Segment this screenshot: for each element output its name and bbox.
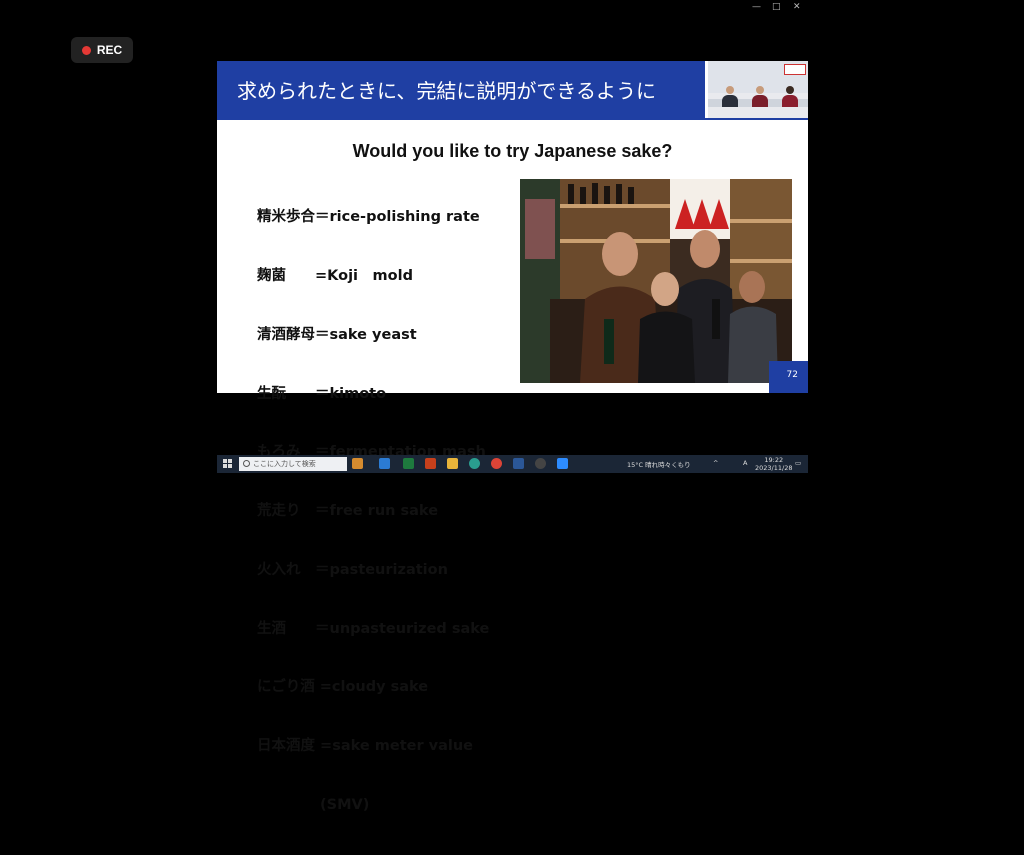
banner-sign (784, 64, 806, 75)
sake-terms-list: 精米歩合＝rice-polishing rate 麹菌 =Koji mold 清… (257, 169, 489, 855)
chrome-icon[interactable] (491, 458, 502, 469)
briefcase-icon[interactable] (352, 458, 363, 469)
term-line: 火入れ ＝pasteurization (257, 561, 448, 578)
search-placeholder: ここに入力して検索 (253, 460, 316, 468)
term-line: 麹菌 =Koji mold (257, 267, 413, 284)
banner-underline (217, 118, 808, 120)
sake-bar-photo (520, 179, 792, 383)
excel-icon[interactable] (403, 458, 414, 469)
term-line: 生酒 ＝unpasteurized sake (257, 620, 490, 637)
windows-start-icon[interactable] (223, 459, 233, 469)
taskbar-search-box[interactable]: ここに入力して検索 (239, 457, 347, 471)
tray-chevron-icon[interactable]: ^ (713, 459, 718, 467)
shared-taskbar: ここに入力して検索 15°C 晴れ時々くもり ^ A 19:22 2023/11… (217, 455, 808, 473)
recording-indicator[interactable]: REC (71, 37, 133, 63)
slide-page-number: 72 (786, 370, 798, 380)
clock-time: 19:22 (764, 456, 784, 464)
search-icon (243, 460, 250, 467)
close-button[interactable]: ✕ (793, 2, 801, 12)
zoom-icon[interactable] (557, 458, 568, 469)
clock-date: 2023/11/28 (755, 464, 793, 472)
presenter-figure (722, 86, 738, 107)
file-explorer-icon[interactable] (447, 458, 458, 469)
slide-banner: 求められたときに、完結に説明ができるように (217, 61, 705, 118)
word-icon[interactable] (513, 458, 524, 469)
term-line: 生酛 ＝kimoto (257, 385, 387, 402)
outlook-icon[interactable] (379, 458, 390, 469)
maximize-button[interactable]: □ (772, 2, 781, 12)
presenter-figure (782, 86, 798, 107)
taskbar-clock[interactable]: 19:22 2023/11/28 (755, 456, 792, 472)
term-line: 精米歩合＝rice-polishing rate (257, 209, 480, 226)
recording-label: REC (96, 43, 123, 57)
minimize-button[interactable]: — (752, 2, 761, 12)
edge-icon[interactable] (469, 458, 480, 469)
term-line: 清酒酵母＝sake yeast (257, 326, 417, 343)
term-line: にごり酒 =cloudy sake (257, 679, 429, 696)
weather-widget[interactable]: 15°C 晴れ時々くもり (627, 459, 691, 469)
slide-heading: Would you like to try Japanese sake? (352, 141, 673, 161)
ime-indicator[interactable]: A (743, 459, 747, 467)
term-line: (SMV) (257, 797, 370, 813)
presenter-video-thumbnail[interactable] (708, 61, 808, 118)
shared-slide: 求められたときに、完結に説明ができるように Would you like to … (217, 61, 808, 813)
notification-icon[interactable]: ▭ (795, 459, 801, 467)
term-line: 日本酒度 =sake meter value (257, 738, 474, 755)
term-line: 荒走り ＝free run sake (257, 503, 439, 520)
slide-banner-title: 求められたときに、完結に説明ができるように (237, 79, 656, 103)
media-player-icon[interactable] (535, 458, 546, 469)
presenter-figure (752, 86, 768, 107)
powerpoint-icon[interactable] (425, 458, 436, 469)
record-dot-icon (81, 45, 91, 55)
